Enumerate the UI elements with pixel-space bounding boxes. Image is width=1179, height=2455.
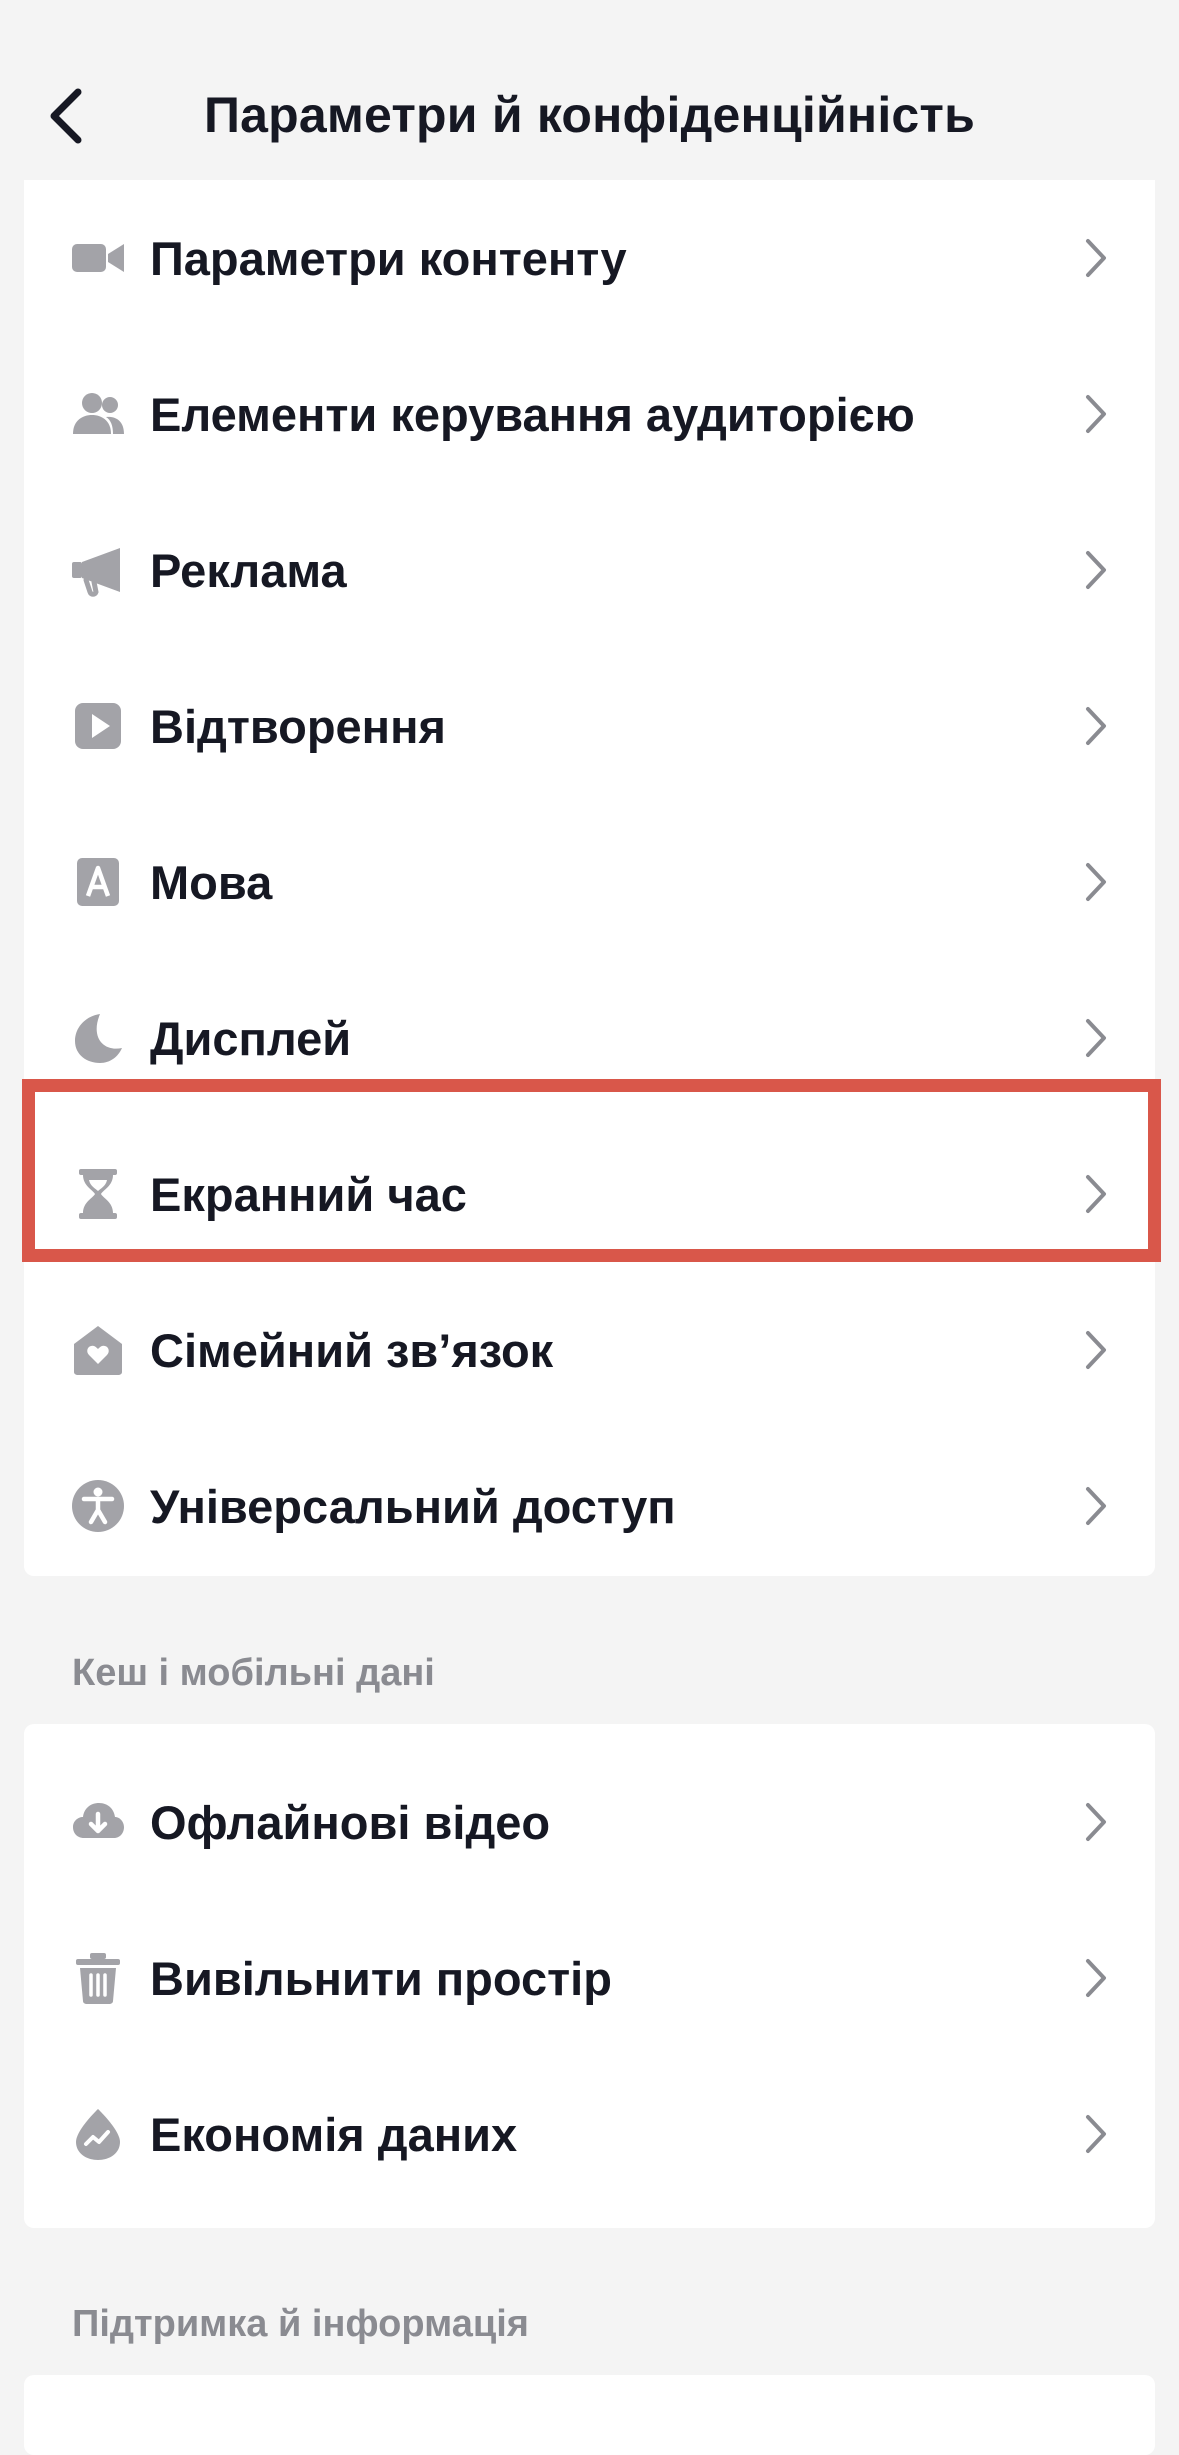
language-icon: [70, 854, 126, 910]
hourglass-icon: [70, 1166, 126, 1222]
menu-item-label: Вивільнити простір: [150, 1951, 612, 2005]
menu-item-label: Мова: [150, 855, 273, 909]
menu-item-label: Офлайнові відео: [150, 1795, 551, 1849]
menu-item-free-up-space[interactable]: Вивільнити простір: [24, 1900, 1155, 2056]
trash-icon: [70, 1950, 126, 2006]
menu-item-playback[interactable]: Відтворення: [24, 648, 1155, 804]
menu-item-label: Екранний час: [150, 1167, 467, 1221]
menu-item-label: Реклама: [150, 543, 347, 597]
people-icon: [70, 386, 126, 442]
settings-card-cache: Офлайнові відео Вивільнити простір Еконо…: [24, 1724, 1155, 2228]
settings-card-support: [24, 2375, 1155, 2455]
accessibility-icon: [70, 1478, 126, 1534]
menu-item-label: Універсальний доступ: [150, 1479, 676, 1533]
page-title: Параметри й конфіденційність: [203, 87, 976, 143]
chevron-right-icon: [1081, 1484, 1111, 1528]
menu-item-language[interactable]: Мова: [24, 804, 1155, 960]
menu-item-label: Параметри контенту: [150, 231, 627, 285]
chevron-right-icon: [1081, 704, 1111, 748]
menu-item-label: Відтворення: [150, 699, 446, 753]
chevron-right-icon: [1081, 1016, 1111, 1060]
chevron-right-icon: [1081, 860, 1111, 904]
section-header-support: Підтримка й інформація: [72, 2303, 529, 2345]
section-header-cache: Кеш і мобільні дані: [72, 1652, 435, 1694]
chevron-right-icon: [1081, 548, 1111, 592]
chevron-right-icon: [1081, 392, 1111, 436]
chevron-right-icon: [1081, 1956, 1111, 2000]
menu-item-accessibility[interactable]: Універсальний доступ: [24, 1428, 1155, 1576]
chevron-right-icon: [1081, 236, 1111, 280]
chevron-right-icon: [1081, 1172, 1111, 1216]
top-bar: Параметри й конфіденційність: [0, 0, 1179, 180]
chevron-right-icon: [1081, 1328, 1111, 1372]
family-home-icon: [70, 1322, 126, 1378]
menu-item-offline-videos[interactable]: Офлайнові відео: [24, 1744, 1155, 1900]
menu-item-family-pairing[interactable]: Сімейний зв’язок: [24, 1272, 1155, 1428]
menu-item-label: Економія даних: [150, 2107, 518, 2161]
megaphone-icon: [70, 542, 126, 598]
menu-item-label: Сімейний зв’язок: [150, 1323, 554, 1377]
chevron-right-icon: [1081, 2112, 1111, 2156]
chevron-right-icon: [1081, 1800, 1111, 1844]
data-saver-icon: [70, 2106, 126, 2162]
settings-card-general: Параметри контенту Елементи керування ау…: [24, 180, 1155, 1576]
menu-item-data-saver[interactable]: Економія даних: [24, 2056, 1155, 2212]
menu-item-content-preferences[interactable]: Параметри контенту: [24, 180, 1155, 336]
menu-item-display[interactable]: Дисплей: [24, 960, 1155, 1116]
cloud-download-icon: [70, 1794, 126, 1850]
menu-item-ads[interactable]: Реклама: [24, 492, 1155, 648]
menu-item-screen-time[interactable]: Екранний час: [24, 1116, 1155, 1272]
moon-icon: [70, 1010, 126, 1066]
play-icon: [70, 698, 126, 754]
menu-item-label: Елементи керування аудиторією: [150, 387, 915, 441]
menu-item-audience-controls[interactable]: Елементи керування аудиторією: [24, 336, 1155, 492]
video-camera-icon: [70, 230, 126, 286]
menu-item-label: Дисплей: [150, 1011, 352, 1065]
